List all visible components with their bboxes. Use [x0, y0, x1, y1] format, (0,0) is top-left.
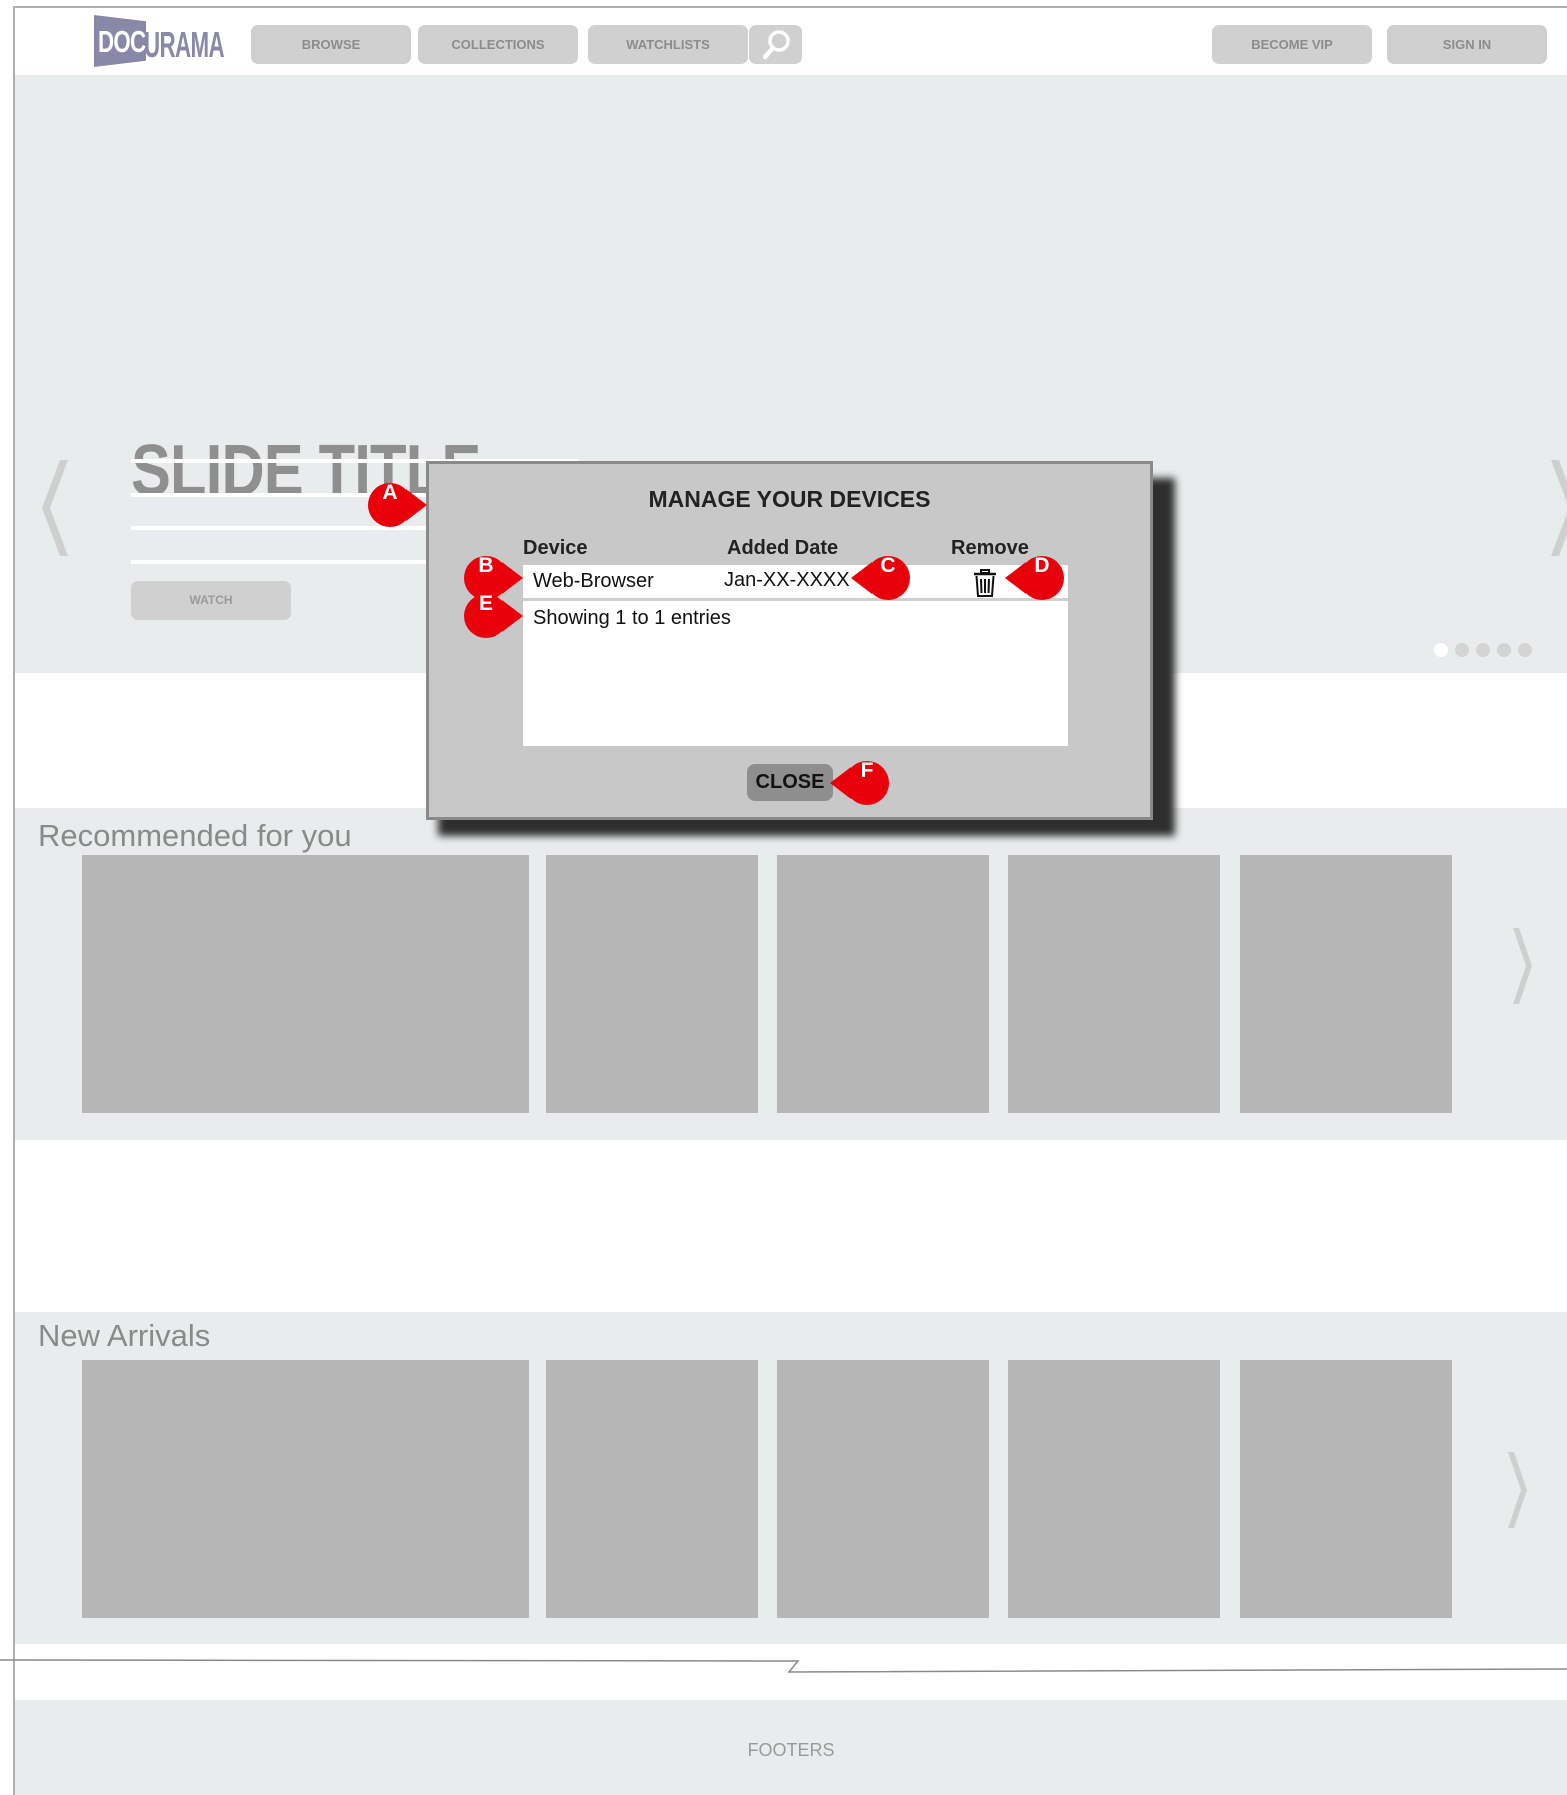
content-tile[interactable]	[1240, 855, 1452, 1113]
column-header-device: Device	[523, 537, 588, 559]
device-name-cell: Web-Browser	[533, 570, 654, 592]
callout-marker-f: F	[829, 759, 891, 807]
chevron-left-icon[interactable]	[40, 458, 72, 558]
nav-browse-button[interactable]: BROWSE	[251, 25, 411, 64]
row-title: Recommended for you	[38, 818, 352, 853]
devices-table: Web-Browser Jan-XX-XXXX Showing 1 to 1 e…	[523, 565, 1068, 746]
sign-in-button[interactable]: SIGN IN	[1387, 25, 1547, 64]
nav-collections-button[interactable]: COLLECTIONS	[418, 25, 578, 64]
search-icon	[762, 30, 790, 60]
logo-text-doc: DOC	[98, 24, 146, 59]
callout-marker-a: A	[366, 481, 428, 529]
new-arrivals-row: New Arrivals	[15, 1312, 1567, 1644]
row-divider	[523, 598, 1068, 601]
content-tile[interactable]	[777, 855, 989, 1113]
chevron-right-icon[interactable]	[1510, 926, 1534, 1006]
footer-label: FOOTERS	[747, 1740, 835, 1760]
callout-marker-e: E	[462, 592, 524, 640]
docurama-logo[interactable]: DOC URAMA	[94, 15, 229, 67]
carousel-dot[interactable]	[1476, 643, 1490, 657]
footer: FOOTERS	[15, 1700, 1567, 1795]
carousel-dot[interactable]	[1455, 643, 1469, 657]
callout-label: E	[478, 592, 493, 615]
content-tile[interactable]	[546, 1360, 758, 1618]
carousel-dots	[1434, 643, 1532, 657]
callout-label: F	[860, 759, 874, 782]
featured-tile[interactable]	[82, 855, 529, 1113]
content-tile[interactable]	[1240, 1360, 1452, 1618]
search-button[interactable]	[749, 25, 802, 64]
chevron-right-icon[interactable]	[1547, 458, 1567, 558]
trash-icon[interactable]	[973, 569, 997, 597]
recommended-row: Recommended for you	[15, 808, 1567, 1140]
entries-summary: Showing 1 to 1 entries	[533, 607, 731, 629]
featured-tile[interactable]	[82, 1360, 529, 1618]
carousel-dot[interactable]	[1518, 643, 1532, 657]
callout-label: D	[1034, 554, 1050, 577]
callout-marker-c: C	[850, 554, 912, 602]
chevron-right-icon[interactable]	[1505, 1450, 1529, 1530]
row-title: New Arrivals	[38, 1318, 211, 1353]
dialog-title: MANAGE YOUR DEVICES	[648, 486, 931, 512]
column-header-added-date: Added Date	[727, 537, 839, 559]
content-tile[interactable]	[777, 1360, 989, 1618]
content-tile[interactable]	[1008, 855, 1220, 1113]
logo-text-urama: URAMA	[144, 24, 225, 65]
added-date-cell: Jan-XX-XXXX	[724, 569, 850, 591]
become-vip-button[interactable]: BECOME VIP	[1212, 25, 1372, 64]
content-tile[interactable]	[1008, 1360, 1220, 1618]
callout-marker-d: D	[1004, 554, 1066, 602]
carousel-dot[interactable]	[1434, 643, 1448, 657]
callout-label: A	[382, 481, 398, 504]
nav-watchlists-button[interactable]: WATCHLISTS	[588, 25, 748, 64]
callout-label: C	[880, 554, 896, 577]
page-break-line	[0, 1659, 1567, 1673]
carousel-dot[interactable]	[1497, 643, 1511, 657]
content-tile[interactable]	[546, 855, 758, 1113]
slide-text-line	[131, 560, 461, 564]
close-button[interactable]: CLOSE	[747, 764, 833, 801]
watch-button[interactable]: WATCH	[131, 581, 291, 620]
manage-devices-dialog: MANAGE YOUR DEVICES Device Added Date Re…	[426, 461, 1153, 820]
